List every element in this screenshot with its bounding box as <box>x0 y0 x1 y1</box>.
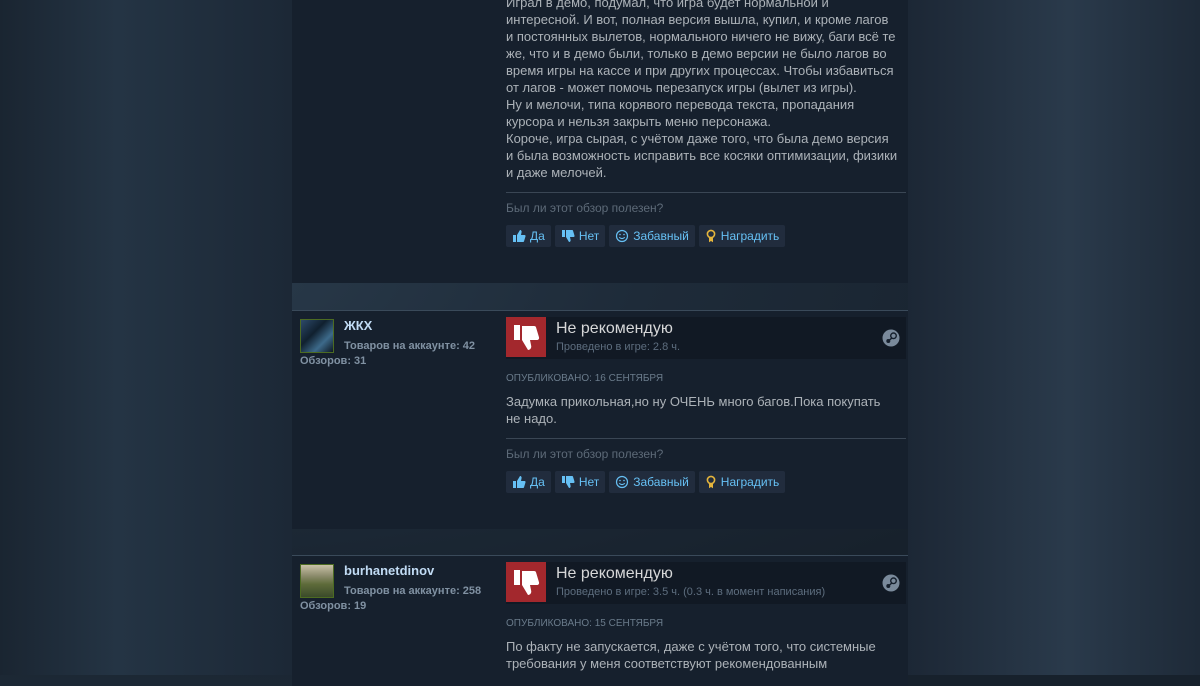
thumbs-down-icon <box>561 230 575 242</box>
review-divider <box>506 192 906 193</box>
steam-icon <box>882 574 900 592</box>
review-card: ЖКХ Товаров на аккаунте: 42 Обзоров: 31 … <box>292 310 908 529</box>
thumbs-down-badge <box>506 317 546 357</box>
review-card: Играл в демо, подумал, что игра будет но… <box>292 0 908 283</box>
vote-no-button[interactable]: Нет <box>554 225 606 247</box>
page-background-left <box>0 0 292 675</box>
vote-funny-label: Забавный <box>633 229 689 243</box>
thumbs-down-icon <box>514 325 540 350</box>
award-icon <box>706 475 716 489</box>
products-value: 42 <box>462 340 476 352</box>
review-card: burhanetdinov Товаров на аккаунте: 258 О… <box>292 555 908 686</box>
posted-date: Опубликовано: 15 сентября <box>506 618 663 629</box>
posted-date-value: 15 сентября <box>594 618 664 629</box>
review-verdict: Не рекомендую <box>556 320 673 337</box>
award-label: Наградить <box>720 475 780 489</box>
posted-label: Опубликовано: <box>506 373 592 384</box>
helpful-question: Был ли этот обзор полезен? <box>506 201 664 215</box>
review-header[interactable]: Не рекомендую Проведено в игре: 2.8 ч. <box>506 317 906 359</box>
posted-date: Опубликовано: 16 сентября <box>506 373 663 384</box>
products-count: Товаров на аккаунте: 42 <box>344 340 475 352</box>
thumbs-down-icon <box>514 570 540 595</box>
smiley-icon <box>616 475 629 489</box>
vote-no-label: Нет <box>578 229 600 243</box>
review-text: Задумка прикольная,но ну ОЧЕНЬ много баг… <box>506 394 881 426</box>
reviews-count[interactable]: Обзоров: 19 <box>300 600 366 612</box>
award-button[interactable]: Наградить <box>698 471 786 493</box>
thumbs-up-icon <box>513 476 526 488</box>
review-divider <box>506 438 906 439</box>
vote-funny-button[interactable]: Забавный <box>609 225 695 247</box>
vote-buttons: Да Нет Забавный Наградить <box>506 471 786 493</box>
posted-label: Опубликовано: <box>506 618 592 629</box>
products-label: Товаров на аккаунте: <box>344 585 460 597</box>
avatar[interactable] <box>300 564 334 598</box>
review-header[interactable]: Не рекомендую Проведено в игре: 3.5 ч. (… <box>506 562 906 604</box>
vote-yes-label: Да <box>530 475 545 489</box>
playtime: Проведено в игре: 3.5 ч. (0.3 ч. в момен… <box>556 586 826 598</box>
playtime: Проведено в игре: 2.8 ч. <box>556 341 681 353</box>
reviewer-name[interactable]: ЖКХ <box>344 318 372 333</box>
products-value: 258 <box>462 585 482 597</box>
smiley-icon <box>616 229 629 243</box>
steam-icon <box>882 329 900 347</box>
vote-no-button[interactable]: Нет <box>554 471 606 493</box>
award-button[interactable]: Наградить <box>698 225 786 247</box>
award-label: Наградить <box>720 229 780 243</box>
thumbs-down-icon <box>561 476 575 488</box>
vote-no-label: Нет <box>578 475 600 489</box>
posted-date-value: 16 сентября <box>594 373 664 384</box>
thumbs-up-icon <box>513 230 526 242</box>
vote-yes-label: Да <box>530 229 545 243</box>
products-label: Товаров на аккаунте: <box>344 340 460 352</box>
products-count: Товаров на аккаунте: 258 <box>344 585 481 597</box>
reviews-label: Обзоров: <box>300 355 351 367</box>
reviewer-name[interactable]: burhanetdinov <box>344 563 434 578</box>
award-icon <box>706 229 716 243</box>
reviews-count[interactable]: Обзоров: 31 <box>300 355 366 367</box>
reviews-value: 19 <box>354 600 367 612</box>
review-text: По факту не запускается, даже с учётом т… <box>506 639 876 671</box>
page-background-right <box>908 0 1200 675</box>
helpful-question: Был ли этот обзор полезен? <box>506 447 664 461</box>
vote-funny-button[interactable]: Забавный <box>609 471 695 493</box>
vote-yes-button[interactable]: Да <box>506 471 551 493</box>
review-verdict: Не рекомендую <box>556 565 673 582</box>
vote-yes-button[interactable]: Да <box>506 225 551 247</box>
vote-funny-label: Забавный <box>633 475 689 489</box>
vote-buttons: Да Нет Забавный Наградить <box>506 225 786 247</box>
thumbs-down-badge <box>506 562 546 602</box>
avatar[interactable] <box>300 319 334 353</box>
review-text: Играл в демо, подумал, что игра будет но… <box>506 0 898 180</box>
reviews-label: Обзоров: <box>300 600 351 612</box>
reviews-value: 31 <box>354 355 367 367</box>
